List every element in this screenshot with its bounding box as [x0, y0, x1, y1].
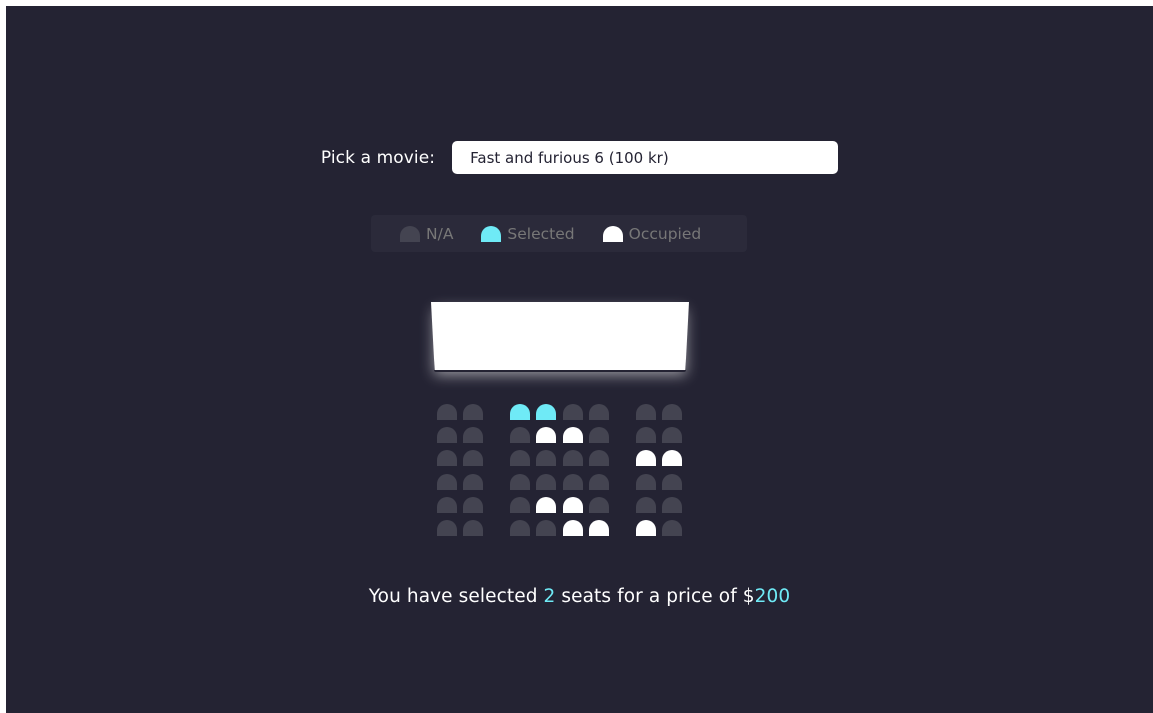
legend-label-selected: Selected	[507, 224, 575, 243]
seat-r2-c4	[536, 427, 556, 443]
seat-r5-c5	[563, 497, 583, 513]
seat-r3-c3[interactable]	[510, 450, 530, 466]
seat-r3-c8	[662, 450, 682, 466]
seat-r1-c6[interactable]	[589, 404, 609, 420]
summary-prefix: You have selected	[368, 586, 544, 607]
seat-r4-c5[interactable]	[563, 474, 583, 490]
seat-selected-icon	[481, 225, 502, 242]
seat-occupied-icon	[602, 225, 623, 242]
seat-r3-c7	[636, 450, 656, 466]
cinema-app: Pick a movie: Fast and furious 6 (100 kr…	[6, 6, 1153, 713]
seat-r6-c6	[589, 520, 609, 536]
seat-r1-c1[interactable]	[437, 404, 457, 420]
selected-count: 2	[543, 586, 556, 607]
seat-r4-c1[interactable]	[437, 474, 457, 490]
seat-r4-c2[interactable]	[463, 474, 483, 490]
seat-r5-c4	[536, 497, 556, 513]
movie-picker: Pick a movie: Fast and furious 6 (100 kr…	[6, 141, 1153, 174]
legend-label-na: N/A	[426, 224, 454, 243]
legend-item-occupied: Occupied	[602, 224, 702, 243]
summary-middle: seats for a price of $	[555, 586, 755, 607]
seat-r3-c2[interactable]	[463, 450, 483, 466]
seat-r1-c5[interactable]	[563, 404, 583, 420]
seat-r5-c2[interactable]	[463, 497, 483, 513]
seat-r2-c5	[563, 427, 583, 443]
seat-r1-c2[interactable]	[463, 404, 483, 420]
movie-label: Pick a movie:	[320, 147, 436, 168]
selection-summary: You have selected 2 seats for a price of…	[6, 586, 1153, 607]
seat-r2-c2[interactable]	[463, 427, 483, 443]
seat-r2-c3[interactable]	[510, 427, 530, 443]
legend-item-na: N/A	[400, 225, 453, 243]
seat-r4-c4[interactable]	[536, 474, 556, 490]
seat-r2-c8[interactable]	[662, 427, 682, 443]
seat-r4-c7[interactable]	[636, 474, 656, 490]
cinema-screen	[431, 302, 689, 370]
seat-r5-c8[interactable]	[662, 497, 682, 513]
seat-r5-c7[interactable]	[636, 497, 656, 513]
seat-r2-c6[interactable]	[589, 427, 609, 443]
seat-na-icon	[400, 225, 420, 242]
seat-r4-c3[interactable]	[510, 474, 530, 490]
seat-r6-c3[interactable]	[510, 520, 530, 536]
seat-r5-c3[interactable]	[510, 497, 530, 513]
seat-r1-c3[interactable]	[510, 404, 530, 420]
total-price: 200	[754, 586, 791, 607]
seat-r3-c6[interactable]	[589, 450, 609, 466]
legend-label-occupied: Occupied	[628, 224, 702, 243]
seat-r1-c4[interactable]	[536, 404, 556, 420]
seat-r3-c5[interactable]	[563, 450, 583, 466]
seat-r5-c1[interactable]	[437, 497, 457, 513]
seat-r3-c1[interactable]	[437, 450, 457, 466]
seat-r2-c1[interactable]	[437, 427, 457, 443]
seat-r4-c8[interactable]	[662, 474, 682, 490]
seat-legend: N/A Selected Occupied	[371, 215, 747, 252]
seat-r3-c4[interactable]	[536, 450, 556, 466]
legend-item-selected: Selected	[481, 224, 575, 243]
movie-select[interactable]: Fast and furious 6 (100 kr)	[452, 141, 839, 174]
seat-r1-c8[interactable]	[662, 404, 682, 420]
seat-r6-c5	[563, 520, 583, 536]
seat-r5-c6[interactable]	[589, 497, 609, 513]
seat-r6-c7	[636, 520, 656, 536]
seat-r4-c6[interactable]	[589, 474, 609, 490]
seat-r6-c1[interactable]	[437, 520, 457, 536]
seat-r6-c2[interactable]	[463, 520, 483, 536]
seat-r1-c7[interactable]	[636, 404, 656, 420]
seat-r6-c8[interactable]	[662, 520, 682, 536]
seat-r6-c4[interactable]	[536, 520, 556, 536]
movie-select-value: Fast and furious 6 (100 kr)	[470, 148, 669, 167]
seat-r2-c7[interactable]	[636, 427, 656, 443]
